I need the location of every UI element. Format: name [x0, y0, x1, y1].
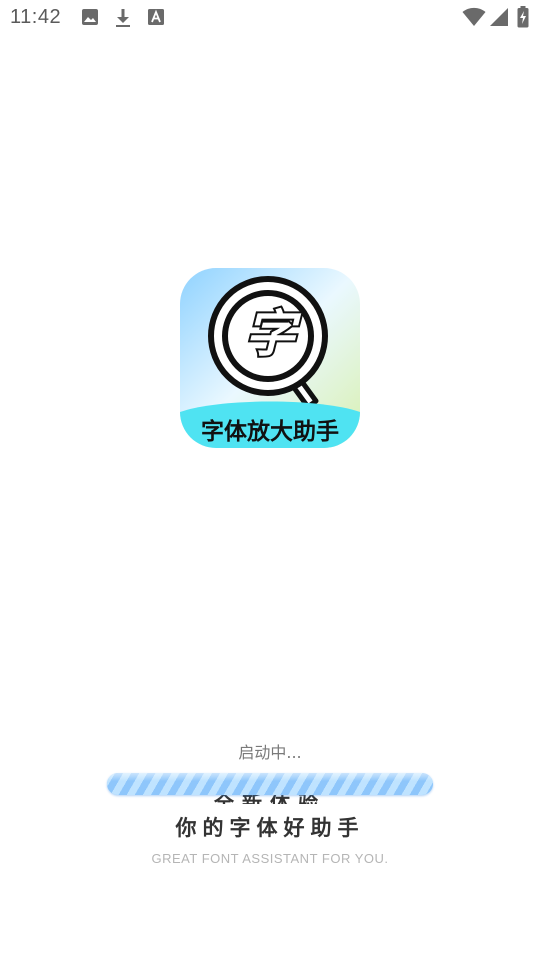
- battery-charging-icon: [517, 6, 529, 28]
- slogan-line-2: 你的字体好助手: [175, 816, 365, 840]
- loading-text: 启动中...: [238, 743, 302, 762]
- font-icon: [147, 8, 165, 26]
- wifi-icon: [462, 7, 486, 27]
- slogan-english: GREAT FONT ASSISTANT FOR YOU.: [151, 851, 389, 866]
- splash-screen: 11:42 字 字体放大助手 启动中... 全新体验 你的字体好助手 GREAT…: [0, 0, 540, 960]
- progress-shine: [107, 773, 433, 781]
- download-icon: [114, 8, 132, 28]
- image-icon: [81, 8, 99, 26]
- status-time: 11:42: [10, 6, 62, 28]
- status-bar: 11:42: [0, 0, 540, 36]
- loading-progress-bar: [107, 773, 433, 795]
- cell-signal-icon: [489, 7, 509, 27]
- app-icon-label: 字体放大助手: [201, 419, 339, 445]
- logo-glyph: 字: [243, 303, 297, 365]
